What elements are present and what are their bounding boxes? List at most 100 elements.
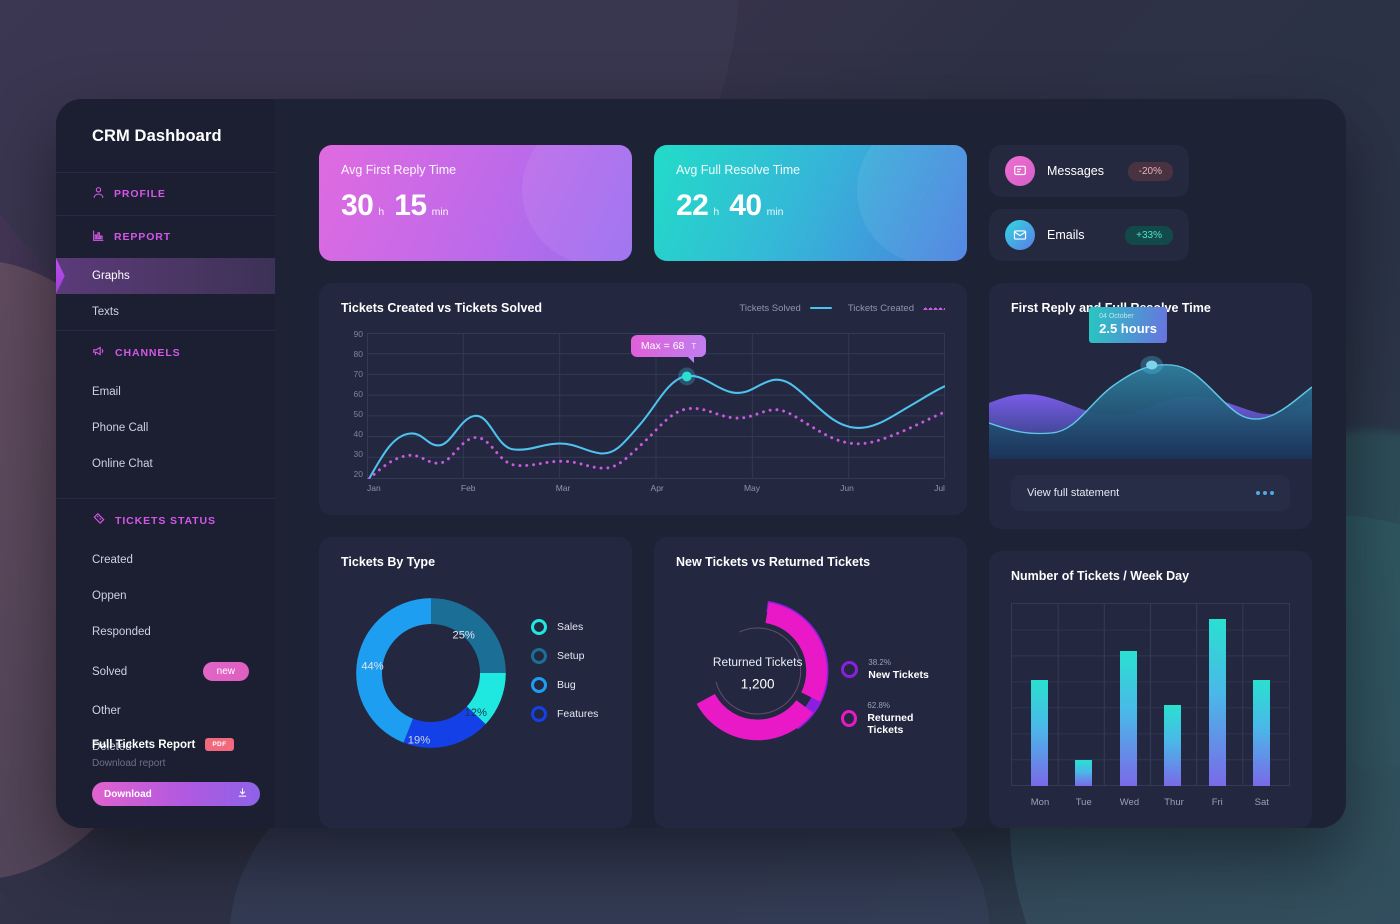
- stat-delta-badge: -20%: [1127, 161, 1173, 181]
- area-chart-panel: First Reply and Full Resolve Time: [988, 283, 1313, 529]
- y-tick: 40: [353, 429, 363, 439]
- more-options-icon[interactable]: [1256, 491, 1274, 495]
- sidebar-section-channels[interactable]: CHANNELS: [56, 331, 275, 374]
- legend-label: New Tickets: [868, 669, 929, 681]
- kpi-label: Avg Full Resolve Time: [676, 163, 801, 177]
- sidebar-section-label: REPPORT: [114, 231, 172, 243]
- stat-card-messages[interactable]: Messages -20%: [989, 145, 1189, 197]
- legend-label: Sales: [557, 620, 584, 633]
- tickets-by-type-title: Tickets By Type: [341, 555, 436, 569]
- sidebar-item-label: Responded: [92, 626, 151, 638]
- stat-delta-badge: +33%: [1125, 225, 1173, 245]
- sidebar-section-report[interactable]: REPPORT: [56, 216, 275, 258]
- kpi-hours-unit: h: [713, 206, 720, 218]
- x-tick: Jan: [367, 483, 381, 493]
- right-column: Messages -20% Emails +33% First Reply an…: [988, 145, 1313, 828]
- tooltip-date: 04 October: [1099, 313, 1134, 320]
- sidebar-item-other[interactable]: Other: [56, 693, 275, 729]
- sidebar-item-online-chat[interactable]: Online Chat: [56, 446, 275, 482]
- stat-card-emails[interactable]: Emails +33%: [989, 209, 1189, 261]
- sidebar-item-phone-call[interactable]: Phone Call: [56, 410, 275, 446]
- legend-item-features[interactable]: Features: [531, 705, 599, 722]
- area-chart-area: 04 October 2.5 hours: [988, 307, 1313, 459]
- main-content: Avg First Reply Time 30 h 15 min Avg Ful…: [275, 99, 1346, 828]
- full-report-header: Full Tickets Report PDF: [92, 738, 239, 751]
- stat-label: Messages: [1047, 164, 1104, 178]
- x-tick: Mon: [1030, 796, 1050, 808]
- legend-dotted-swatch: [923, 306, 945, 310]
- sidebar-item-texts[interactable]: Texts: [56, 294, 275, 330]
- line-chart-y-axis: 90 80 70 60 50 40 30 20: [341, 329, 363, 479]
- x-tick: Apr: [650, 483, 664, 493]
- tickets-by-type-panel: Tickets By Type 25% 12% 19% 44% Sales Se…: [319, 537, 632, 828]
- bar-chart-area: Mon Tue Wed Thur Fri Sat: [1011, 603, 1290, 812]
- line-chart-x-axis: Jan Feb Mar Apr May Jun Jul: [367, 483, 945, 497]
- kpi-minutes: 40: [729, 189, 762, 222]
- sidebar-item-responded[interactable]: Responded: [56, 614, 275, 650]
- tooltip-value: 2.5 hours: [1099, 321, 1157, 336]
- line-chart-panel: Tickets Created vs Tickets Solved Ticket…: [319, 283, 967, 515]
- slice-label-44: 44%: [361, 661, 383, 673]
- kpi-minutes: 15: [394, 189, 427, 222]
- tooltip-text: Max = 68: [640, 340, 685, 352]
- legend-pct: 38.2%: [868, 658, 891, 667]
- app-window: CRM Dashboard PROFILE REPPORT Graphs Tex…: [56, 99, 1346, 828]
- sidebar-section-profile[interactable]: PROFILE: [56, 173, 275, 215]
- view-full-statement-button[interactable]: View full statement: [1011, 475, 1290, 511]
- sidebar-section-label: CHANNELS: [115, 346, 181, 359]
- legend-item-returned-tickets[interactable]: 62.8% Returned Tickets: [841, 701, 945, 736]
- legend-item-tickets-solved: Tickets Solved: [739, 303, 832, 314]
- line-chart-title: Tickets Created vs Tickets Solved: [341, 301, 543, 315]
- kpi-row: Avg First Reply Time 30 h 15 min Avg Ful…: [319, 145, 967, 261]
- status-badge-new: new: [202, 662, 249, 681]
- kpi-card-full-resolve: Avg Full Resolve Time 22 h 40 min: [654, 145, 967, 261]
- x-tick: Jun: [840, 483, 854, 493]
- line-chart-area: 90 80 70 60 50 40 30 20 Max = 68 T Jan F…: [341, 329, 947, 497]
- legend-item-setup[interactable]: Setup: [531, 647, 598, 664]
- sidebar-item-label: Texts: [92, 306, 119, 318]
- x-tick: Tue: [1075, 796, 1092, 808]
- sidebar-item-label: Online Chat: [92, 458, 153, 470]
- sidebar-section-label: PROFILE: [114, 188, 166, 200]
- x-tick: Thur: [1164, 796, 1184, 808]
- download-button[interactable]: Download: [92, 782, 260, 806]
- line-chart-tooltip: Max = 68 T: [630, 335, 707, 363]
- sidebar-item-graphs[interactable]: Graphs: [56, 258, 275, 294]
- donut-center-value: 1,200: [741, 677, 775, 692]
- sidebar-section-tickets-status[interactable]: TICKETS STATUS: [56, 499, 275, 542]
- bar-wed: [1119, 650, 1137, 786]
- kpi-hours: 22: [676, 189, 709, 222]
- slice-label-25: 25%: [452, 630, 474, 642]
- y-tick: 50: [353, 409, 363, 419]
- x-tick: Mar: [555, 483, 571, 493]
- legend-item-sales[interactable]: Sales: [531, 618, 598, 635]
- legend-item-bug[interactable]: Bug: [531, 676, 598, 693]
- kpi-label: Avg First Reply Time: [341, 163, 457, 177]
- legend-ring-icon: [531, 676, 547, 693]
- x-tick: Jul: [934, 483, 945, 493]
- area-chart-svg: [988, 356, 1313, 459]
- sidebar-item-solved[interactable]: Solved new: [56, 650, 275, 693]
- legend-text-group: 62.8% Returned Tickets: [867, 701, 945, 736]
- sidebar-item-label: Created: [92, 554, 133, 566]
- kpi-hours-unit: h: [378, 206, 385, 218]
- area-chart-tooltip: 04 October 2.5 hours: [1089, 307, 1167, 343]
- megaphone-icon: [92, 344, 106, 361]
- message-icon: [1005, 156, 1035, 186]
- sidebar-item-created[interactable]: Created: [56, 542, 275, 578]
- sidebar-item-label: Solved: [92, 665, 128, 678]
- slice-label-19: 19%: [408, 735, 430, 747]
- mail-icon: [1005, 220, 1035, 250]
- legend-ring-icon: [531, 618, 547, 635]
- sidebar-item-email[interactable]: Email: [56, 374, 275, 410]
- legend-label: Setup: [557, 649, 585, 662]
- legend-label: Features: [557, 707, 599, 720]
- bar-chart-panel: Number of Tickets / Week Day Mon Tue Wed…: [989, 551, 1312, 828]
- sidebar-item-label: Graphs: [92, 270, 130, 282]
- sidebar-item-oppen[interactable]: Oppen: [56, 578, 275, 614]
- pdf-badge: PDF: [205, 738, 234, 751]
- legend-item-new-tickets[interactable]: 38.2% New Tickets: [841, 658, 945, 681]
- sidebar-item-label: Other: [92, 705, 121, 717]
- sidebar-section-label: TICKETS STATUS: [115, 514, 216, 527]
- kpi-value: 30 h 15 min: [341, 189, 610, 223]
